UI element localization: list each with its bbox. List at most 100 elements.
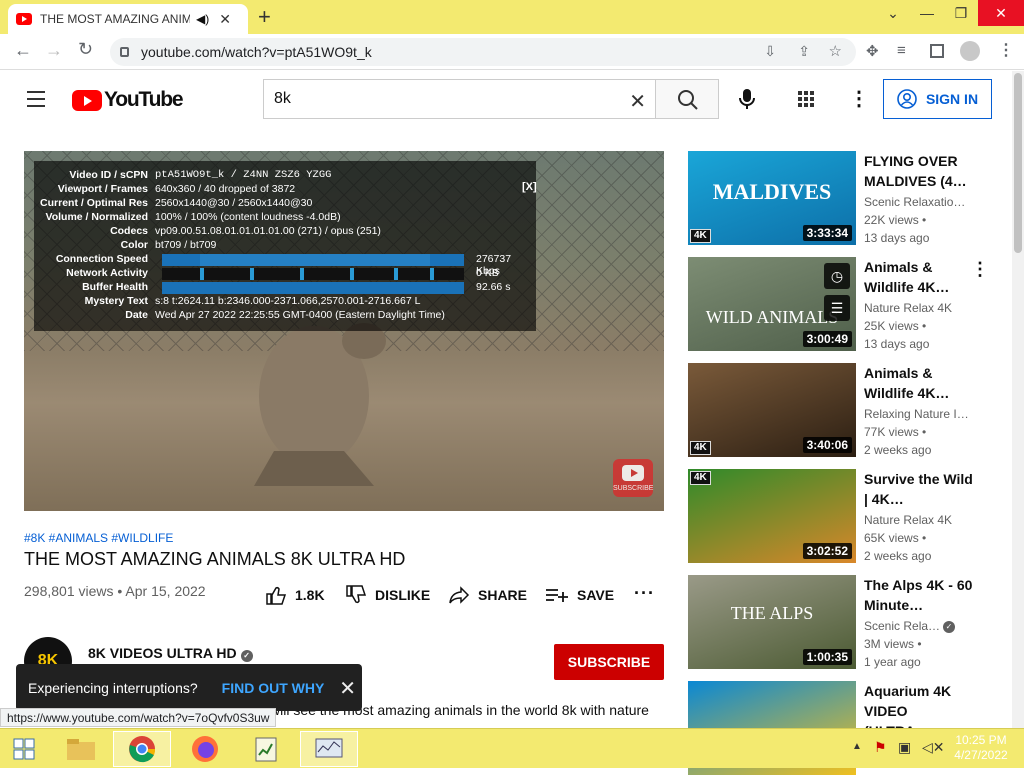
video-thumbnail[interactable]: THE ALPS 1:00:35 bbox=[688, 575, 856, 669]
microphone-icon[interactable] bbox=[737, 87, 757, 111]
stats-key: Video ID / sCPN bbox=[69, 169, 148, 181]
system-clock[interactable]: 10:25 PM 4/27/2022 bbox=[948, 733, 1014, 763]
video-player[interactable]: Video ID / sCPN ptA51WO9t_k / Z4NN ZSZ6 Y… bbox=[24, 151, 664, 511]
find-out-why-link[interactable]: FIND OUT WHY bbox=[222, 680, 325, 696]
recommended-view-count: 25K views • bbox=[864, 319, 927, 333]
recommended-video-title[interactable]: FLYING OVER MALDIVES (4… bbox=[864, 151, 974, 191]
save-button[interactable]: SAVE bbox=[545, 585, 614, 605]
clear-search-icon[interactable]: ✕ bbox=[629, 89, 646, 114]
new-tab-button[interactable]: + bbox=[258, 6, 271, 28]
extensions-icon[interactable]: ✥ bbox=[866, 42, 879, 60]
recommended-channel-name[interactable]: Nature Relax 4K bbox=[864, 513, 952, 527]
subscribe-button[interactable]: SUBSCRIBE bbox=[554, 644, 664, 680]
recommended-view-count: 22K views • bbox=[864, 213, 927, 227]
apps-grid-icon[interactable] bbox=[797, 90, 815, 108]
sign-in-button[interactable]: SIGN IN bbox=[883, 79, 992, 119]
subscribe-watermark[interactable]: SUBSCRIBE bbox=[613, 459, 653, 497]
youtube-logo[interactable]: YouTube bbox=[72, 88, 184, 112]
forward-arrow-icon[interactable]: → bbox=[45, 40, 63, 61]
stats-value: 100% / 100% (content loudness -4.0dB) bbox=[155, 211, 341, 223]
back-arrow-icon[interactable]: ← bbox=[14, 40, 32, 61]
dislike-button[interactable]: DISLIKE bbox=[345, 585, 430, 605]
recommended-upload-age: 1 year ago bbox=[864, 655, 921, 669]
address-url: youtube.com/watch?v=ptA51WO9t_k bbox=[141, 44, 372, 60]
stats-close-button[interactable]: [X] bbox=[522, 181, 537, 193]
install-icon[interactable]: ⇩ bbox=[764, 43, 776, 60]
tab-search-icon[interactable]: ⌄ bbox=[876, 0, 910, 26]
search-input[interactable]: 8k ✕ bbox=[263, 79, 656, 119]
network-icon[interactable]: ▣ bbox=[898, 739, 911, 756]
windows-taskbar: ▲ ⚑ ▣ ◁✕ 10:25 PM 4/27/2022 bbox=[0, 728, 1024, 768]
restore-button[interactable]: ❐ bbox=[944, 0, 978, 26]
tab-close-icon[interactable]: ✕ bbox=[219, 11, 231, 28]
stats-for-nerds-panel: Video ID / sCPN ptA51WO9t_k / Z4NN ZSZ6 Y… bbox=[34, 161, 537, 331]
channel-name[interactable]: 8K VIDEOS ULTRA HD ✓ bbox=[88, 645, 253, 662]
minimize-button[interactable]: — bbox=[910, 0, 944, 26]
address-bar[interactable]: youtube.com/watch?v=ptA51WO9t_k ⇩ ⇪ ☆ bbox=[110, 38, 856, 66]
recommended-video[interactable]: WILD ANIMALS ◷ ☰ 3:00:49 Animals & Wildlife … bbox=[688, 257, 998, 353]
start-button[interactable] bbox=[0, 731, 48, 767]
channel-name-text: 8K VIDEOS ULTRA HD bbox=[88, 645, 237, 661]
video-thumbnail[interactable]: 4K 3:40:06 bbox=[688, 363, 856, 457]
video-duration: 3:40:06 bbox=[802, 437, 852, 453]
firefox-taskbar[interactable] bbox=[176, 731, 234, 767]
show-hidden-icons[interactable]: ▲ bbox=[852, 741, 862, 752]
notepad-taskbar[interactable] bbox=[238, 731, 296, 767]
recommended-video[interactable]: 4K 3:02:52 Survive the Wild | 4K… Nature Re… bbox=[688, 469, 998, 565]
share-button[interactable]: SHARE bbox=[448, 585, 527, 605]
browser-menu-icon[interactable]: ⋮ bbox=[998, 40, 1014, 60]
stats-value: ptA51WO9t_k / Z4NN ZSZ6 YZGG bbox=[155, 169, 332, 181]
add-to-queue-icon[interactable]: ☰ bbox=[824, 295, 850, 321]
like-count: 1.8K bbox=[295, 587, 325, 603]
search-button[interactable] bbox=[655, 79, 719, 119]
stats-row: Connection Speed 276737 Kbps bbox=[34, 253, 534, 277]
recommended-video-title[interactable]: The Alps 4K - 60 Minute… bbox=[864, 575, 974, 615]
video-options-icon[interactable]: ⋮ bbox=[971, 259, 989, 280]
video-hashtags[interactable]: #8K #ANIMALS #WILDLIFE bbox=[24, 531, 173, 545]
volume-muted-icon[interactable]: ◁✕ bbox=[922, 739, 945, 756]
scrollbar-thumb[interactable] bbox=[1014, 73, 1022, 253]
clock-time: 10:25 PM bbox=[955, 733, 1007, 747]
action-center-flag-icon[interactable]: ⚑ bbox=[874, 739, 887, 756]
side-panel-icon[interactable] bbox=[930, 44, 944, 58]
stats-key: Current / Optimal Res bbox=[40, 197, 148, 209]
file-explorer-taskbar[interactable] bbox=[52, 731, 110, 767]
stats-row: Codecs vp09.00.51.08.01.01.01.01.00 (271)… bbox=[34, 225, 534, 239]
recommended-channel-name[interactable]: Scenic Relaxatio… bbox=[864, 195, 965, 209]
chrome-taskbar[interactable] bbox=[113, 731, 171, 767]
recommended-channel-name[interactable]: Scenic Rela… bbox=[864, 619, 940, 633]
recommended-video-title[interactable]: Survive the Wild | 4K… bbox=[864, 469, 974, 509]
speaker-icon[interactable]: ◀) bbox=[196, 12, 209, 26]
toast-close-icon[interactable]: ✕ bbox=[339, 676, 356, 701]
profile-avatar-icon[interactable] bbox=[960, 41, 980, 61]
chart-app-icon bbox=[255, 737, 277, 762]
more-actions-icon[interactable]: ··· bbox=[634, 583, 655, 604]
recommended-channel-name[interactable]: Relaxing Nature I… bbox=[864, 407, 969, 421]
bookmark-star-icon[interactable]: ☆ bbox=[829, 42, 842, 60]
thumbs-up-icon bbox=[266, 586, 287, 605]
browser-tab[interactable]: THE MOST AMAZING ANIMALS 8K ◀) ✕ bbox=[8, 4, 248, 34]
page-scrollbar[interactable] bbox=[1012, 71, 1024, 728]
reload-icon[interactable]: ↻ bbox=[78, 39, 93, 60]
recommended-video-title[interactable]: Animals & Wildlife 4K… bbox=[864, 363, 974, 403]
video-thumbnail[interactable]: 4K 3:02:52 bbox=[688, 469, 856, 563]
recommended-video[interactable]: 4K 3:40:06 Animals & Wildlife 4K… Relaxing … bbox=[688, 363, 998, 459]
hamburger-menu-icon[interactable] bbox=[27, 91, 45, 112]
settings-more-icon[interactable]: ⋮ bbox=[849, 86, 869, 111]
video-thumbnail[interactable]: MALDIVES 4K 3:33:34 bbox=[688, 151, 856, 245]
recommended-video[interactable]: MALDIVES 4K 3:33:34 FLYING OVER MALDIVES (4… bbox=[688, 151, 998, 247]
recommended-channel-name[interactable]: Nature Relax 4K bbox=[864, 301, 952, 315]
video-title: THE MOST AMAZING ANIMALS 8K ULTRA HD bbox=[24, 549, 406, 569]
video-thumbnail[interactable]: WILD ANIMALS ◷ ☰ 3:00:49 bbox=[688, 257, 856, 351]
thumbnail-caption: THE ALPS bbox=[730, 603, 814, 623]
windows-logo-icon bbox=[13, 738, 35, 760]
monitor-taskbar[interactable] bbox=[300, 731, 358, 767]
recommended-video-title[interactable]: Animals & Wildlife 4K… bbox=[864, 257, 974, 297]
share-page-icon[interactable]: ⇪ bbox=[798, 43, 810, 60]
media-controls-icon[interactable]: ≡ bbox=[897, 42, 906, 59]
like-button[interactable]: 1.8K bbox=[265, 585, 325, 605]
recommended-video[interactable]: THE ALPS 1:00:35 The Alps 4K - 60 Minute… S… bbox=[688, 575, 998, 671]
window-close-button[interactable]: ✕ bbox=[978, 0, 1024, 26]
watch-later-icon[interactable]: ◷ bbox=[824, 263, 850, 289]
status-bar-url: https://www.youtube.com/watch?v=7oQvfv0S… bbox=[0, 708, 277, 727]
